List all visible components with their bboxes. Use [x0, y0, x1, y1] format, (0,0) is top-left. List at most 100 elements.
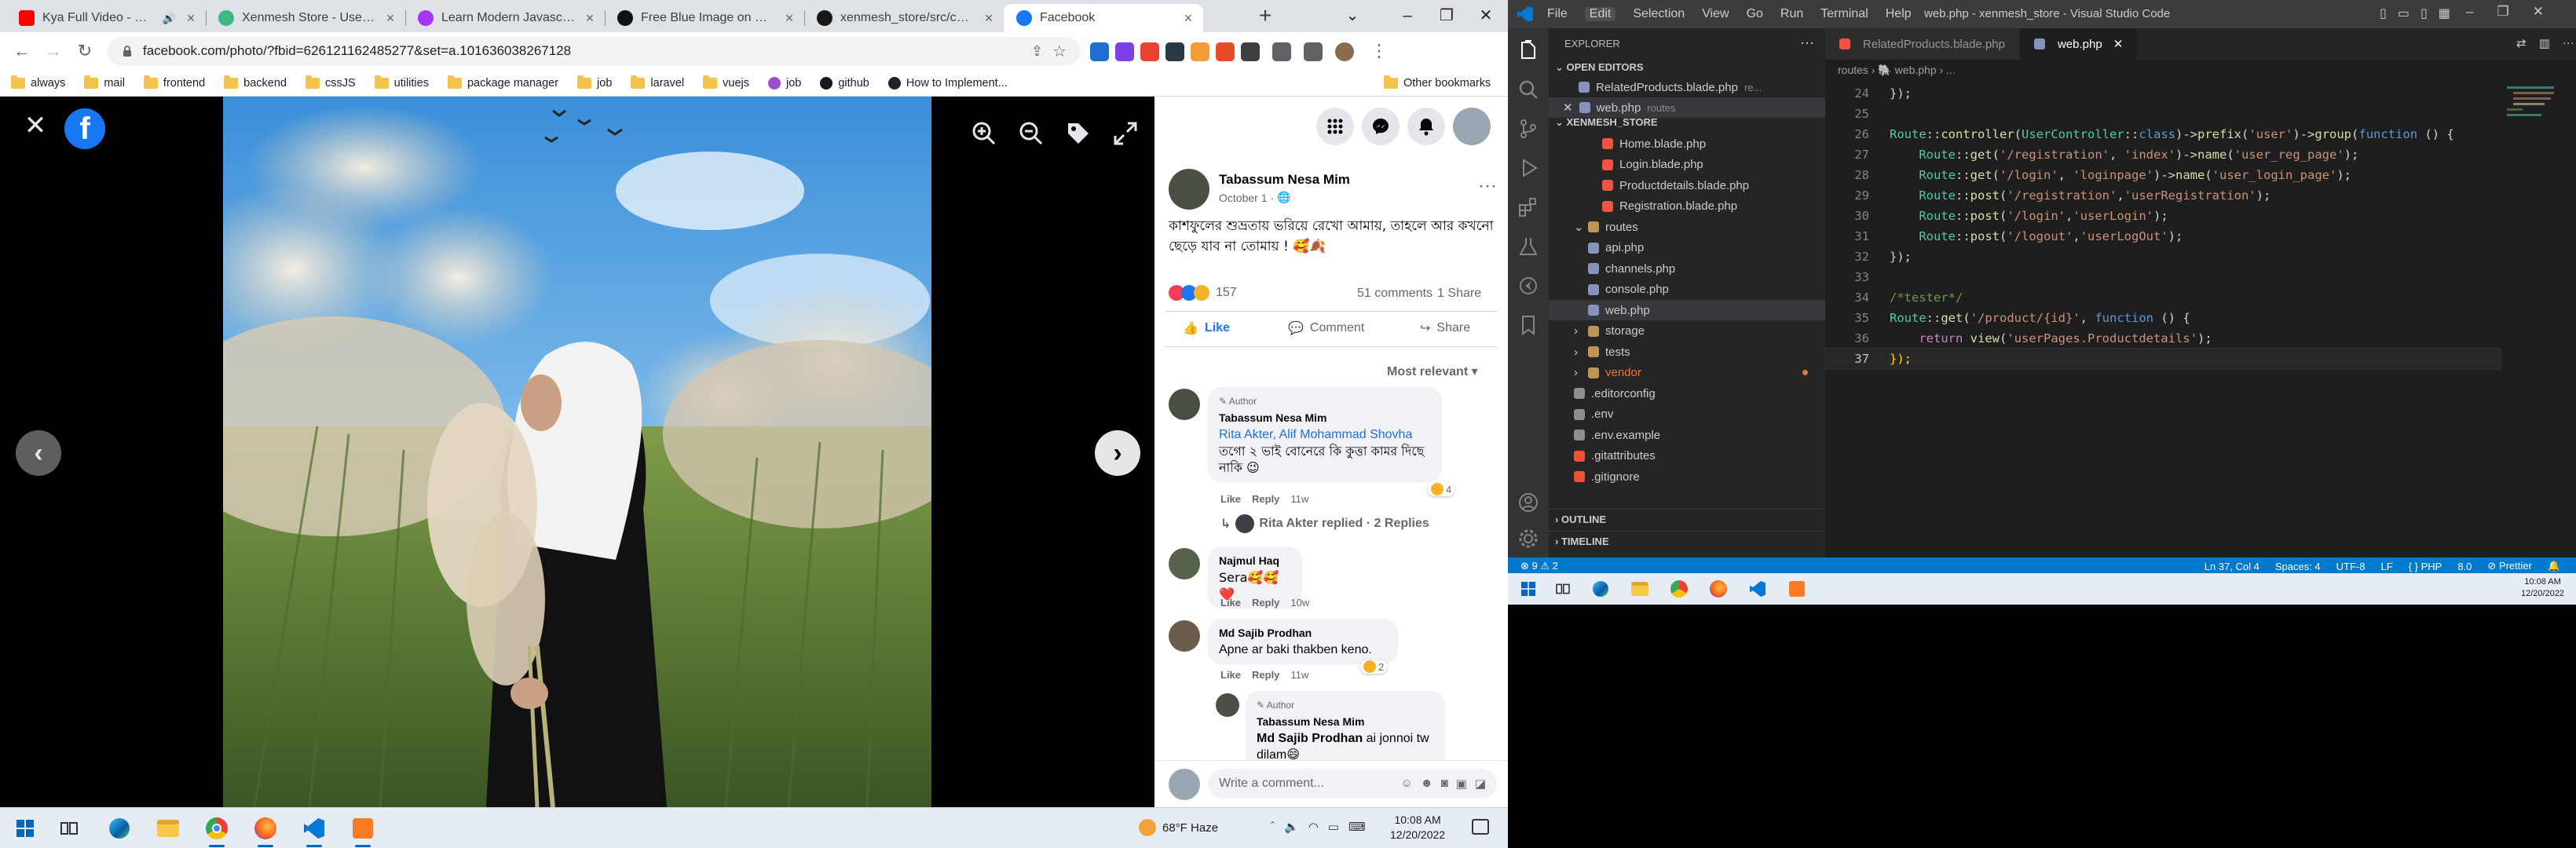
reaction-summary[interactable]: 157 [1169, 285, 1237, 301]
comment-reply-link[interactable]: Reply [1252, 669, 1279, 681]
zoom-out-icon[interactable] [1018, 120, 1045, 147]
testing-flask-icon[interactable] [1517, 236, 1539, 258]
comment-like-link[interactable]: Like [1220, 493, 1241, 505]
code-line[interactable]: 26 Route::controller(UserController::clas… [1825, 124, 2501, 144]
line-ending[interactable]: LF [2381, 561, 2393, 572]
tag-icon[interactable] [1065, 120, 1092, 147]
media-controls-icon[interactable] [1272, 42, 1291, 61]
bookmarks-icon[interactable] [1517, 314, 1539, 336]
menu-item[interactable]: View [1702, 7, 1729, 21]
comments-count[interactable]: 51 comments [1357, 287, 1433, 301]
extension-5-icon[interactable] [1191, 42, 1209, 61]
profile-avatar[interactable] [1335, 42, 1354, 61]
file-tree-item[interactable]: › tests [1549, 342, 1825, 362]
previous-photo-button[interactable]: ‹ [16, 430, 61, 476]
problems-indicator[interactable]: ⊗ 9 ⚠ 2 [1520, 560, 1558, 572]
bookmark-item[interactable]: utilities [374, 75, 429, 90]
secondary-clock[interactable]: 10:08 AM 12/20/2022 [2521, 576, 2564, 600]
comment-avatar[interactable] [1169, 548, 1200, 579]
vscode-taskbar-icon[interactable] [300, 814, 328, 847]
file-tree-item[interactable]: .env.example [1549, 425, 1825, 445]
battery-icon[interactable]: ▭ [1328, 820, 1339, 834]
remote-explorer-icon[interactable] [1517, 275, 1539, 297]
commenter-name[interactable]: Tabassum Nesa Mim [1257, 714, 1434, 730]
bookmark-item[interactable]: mail [84, 75, 125, 90]
restore-button[interactable]: ❐ [1429, 3, 1464, 28]
notifications-bell-icon[interactable]: 🔔 [2548, 560, 2560, 572]
comment-reaction-badge[interactable]: 4 [1428, 482, 1455, 496]
file-tree-item[interactable]: ⌄ routes [1549, 217, 1825, 237]
cursor-position[interactable]: Ln 37, Col 4 [2205, 561, 2259, 572]
facebook-logo-icon[interactable]: f [64, 108, 105, 149]
notifications-bell-icon[interactable] [1407, 108, 1445, 145]
bookmark-item[interactable]: frontend [143, 75, 205, 90]
comment-reply-link[interactable]: Reply [1252, 493, 1279, 505]
share-button[interactable]: ↪ Share [1420, 320, 1470, 336]
windows-start-icon[interactable] [1514, 575, 1542, 603]
avatar-sticker-icon[interactable]: ☺ [1400, 777, 1412, 791]
extension-2-icon[interactable] [1115, 42, 1134, 61]
manage-gear-icon[interactable] [1517, 528, 1539, 550]
xampp-icon[interactable] [349, 814, 377, 847]
windows-start-icon[interactable] [11, 814, 39, 843]
close-tab-icon[interactable]: × [383, 11, 397, 25]
php-version[interactable]: 8.0 [2457, 561, 2472, 572]
menu-item[interactable]: Selection [1633, 7, 1685, 21]
file-explorer-icon[interactable] [154, 814, 182, 843]
toggle-secondary-sidebar-icon[interactable]: ▯ [2420, 5, 2428, 21]
post-photo[interactable] [223, 97, 931, 807]
reload-button[interactable]: ↻ [72, 38, 97, 64]
comment-time[interactable]: 10w [1290, 597, 1309, 609]
shares-count[interactable]: 1 Share [1437, 287, 1481, 301]
extension-1-icon[interactable] [1090, 42, 1109, 61]
file-tree-item[interactable]: .gitattributes [1549, 446, 1825, 466]
reply-avatar[interactable] [1216, 693, 1239, 717]
messenger-icon[interactable] [1362, 108, 1400, 145]
toggle-panel-icon[interactable]: ▭ [2398, 5, 2410, 21]
project-header[interactable]: ⌄ XENMESH_STORE [1555, 116, 1658, 129]
comment-input[interactable]: Write a comment... ☺ ☻ ◙ ▣ ◪ [1208, 769, 1497, 799]
other-bookmarks[interactable]: Other bookmarks [1384, 75, 1491, 90]
code-line[interactable]: 24}); [1825, 83, 2501, 104]
vscode-taskbar-icon[interactable] [1744, 575, 1772, 603]
commenter-name[interactable]: Najmul Haq [1219, 553, 1291, 569]
editor-tab[interactable]: web.php ✕ [2019, 28, 2139, 60]
like-button[interactable]: 👍 Like [1183, 320, 1230, 336]
bookmark-item[interactable]: cssJS [305, 75, 356, 90]
close-tab-icon[interactable]: × [982, 11, 996, 25]
bookmark-item[interactable]: package manager [447, 75, 558, 90]
file-tree-item[interactable]: .gitignore [1549, 466, 1825, 487]
close-tab-icon[interactable]: × [184, 11, 198, 25]
comment-time[interactable]: 11w [1290, 669, 1308, 681]
side-panel-icon[interactable] [1304, 42, 1323, 61]
camera-icon[interactable]: ◙ [1441, 777, 1448, 791]
comment-reaction-badge[interactable]: 2 [1360, 660, 1388, 674]
menu-item[interactable]: Help [1886, 7, 1912, 21]
code-line[interactable]: 28 Route::get('/login', 'loginpage')->na… [1825, 165, 2501, 185]
bookmark-item[interactable]: job [767, 76, 801, 90]
source-control-icon[interactable] [1517, 118, 1539, 140]
browser-tab[interactable]: Facebook × [1004, 4, 1203, 32]
code-line[interactable]: 30 Route::post('/login','userLogin'); [1825, 206, 2501, 226]
file-tree-item[interactable]: Login.blade.php [1549, 155, 1825, 175]
firefox-icon[interactable] [251, 814, 280, 847]
fullscreen-icon[interactable] [1112, 120, 1139, 147]
code-line[interactable]: 31 Route::post('/logout','userLogOut'); [1825, 226, 2501, 247]
prettier-status[interactable]: ⊘ Prettier [2487, 560, 2531, 572]
search-icon[interactable] [1517, 79, 1539, 101]
close-tab-icon[interactable]: × [583, 11, 597, 25]
file-tree-item[interactable]: channels.php [1549, 258, 1825, 279]
post-options-icon[interactable]: ··· [1478, 175, 1497, 197]
share-icon[interactable]: ⇪ [1031, 43, 1043, 60]
code-line[interactable]: 32}); [1825, 247, 2501, 267]
file-tree-item[interactable]: › vendor [1549, 363, 1825, 383]
run-debug-icon[interactable] [1517, 157, 1539, 179]
clock[interactable]: 10:08 AM 12/20/2022 [1390, 813, 1445, 843]
browser-tab[interactable]: Kya Full Video - Crooked 🔊 × [6, 4, 206, 32]
reply-mention[interactable]: Md Sajib Prodhan [1257, 732, 1363, 745]
comment-button[interactable]: 💬 Comment [1288, 320, 1364, 336]
customize-layout-icon[interactable]: ▦ [2439, 5, 2450, 21]
file-tree-item[interactable]: › storage [1549, 321, 1825, 342]
open-editor-item[interactable]: ✕ web.php routes [1549, 97, 1825, 118]
comment-avatar[interactable] [1169, 620, 1200, 652]
